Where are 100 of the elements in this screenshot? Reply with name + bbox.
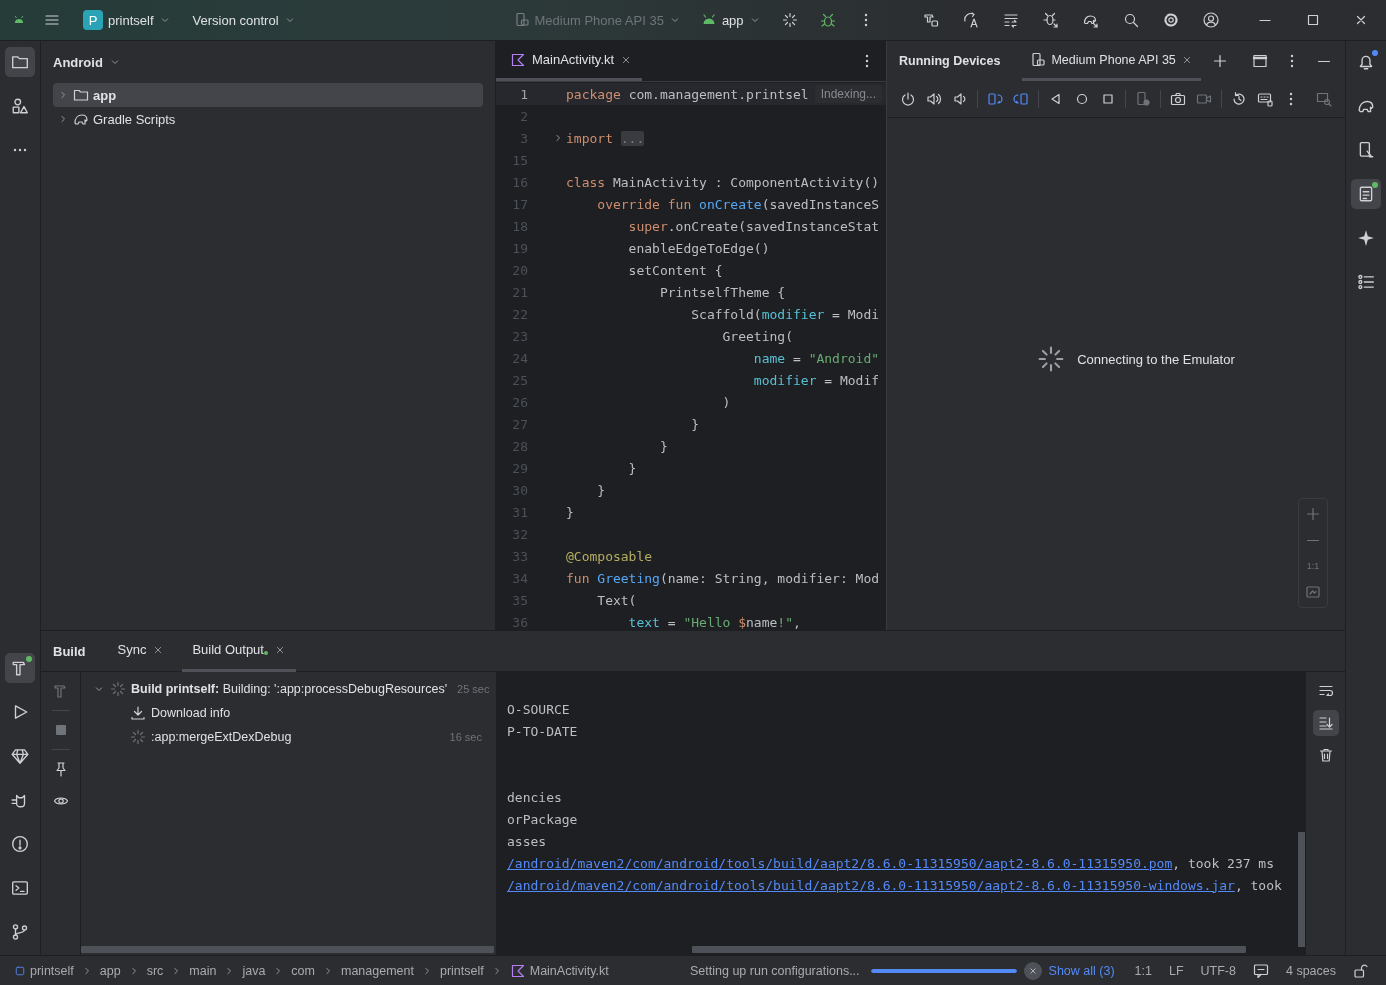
code-line: import ...: [566, 130, 645, 146]
rotate-left-icon: [987, 91, 1003, 107]
tree-item[interactable]: app: [53, 83, 483, 107]
tree-label: app: [93, 87, 117, 103]
keyboard-icon: [1257, 91, 1273, 107]
project-selector[interactable]: P printself: [79, 6, 175, 34]
file-encoding[interactable]: UTF-8: [1200, 963, 1236, 978]
code-line: modifier = Modif: [752, 372, 880, 388]
scrollbar[interactable]: [81, 946, 494, 953]
version-control-menu[interactable]: Version control: [188, 8, 300, 32]
progress-text: Setting up run configurations...: [690, 963, 860, 978]
notification-dot: [1372, 50, 1378, 56]
duration: 25 sec: [457, 683, 490, 695]
task-text: :app:mergeExtDexDebug: [151, 730, 292, 744]
loading-spinner-icon: [1037, 345, 1066, 373]
kotlin-file-icon: [510, 51, 526, 68]
show-all-link[interactable]: Show all (3): [1048, 963, 1115, 978]
breadcrumb[interactable]: management: [340, 963, 414, 978]
line-number: 1: [519, 86, 528, 102]
more-icon: [1290, 54, 1294, 68]
console-text: asses: [507, 833, 547, 849]
view-label: Android: [53, 54, 103, 70]
more-icon: [1289, 92, 1293, 106]
minus-icon: [1306, 538, 1320, 542]
spinner-icon: [781, 12, 798, 28]
file-link[interactable]: /android/maven2/com/android/tools/build/aapt2/8.6.0-11315950/aapt2-8.6.0-11315950.pom: [507, 855, 1173, 871]
square-icon: [1100, 91, 1116, 107]
phone-file-icon: [1357, 141, 1375, 159]
menu-label: Version control: [192, 12, 279, 28]
phone-icon: [513, 12, 530, 28]
view-selector[interactable]: Android: [53, 54, 121, 70]
breadcrumb[interactable]: printself: [439, 963, 484, 978]
line-separator[interactable]: LF: [1168, 963, 1184, 978]
code-line: }: [658, 438, 668, 454]
code-line: class MainActivity : ComponentActivity(): [566, 174, 880, 190]
task-text: Download info: [151, 706, 231, 720]
code-line: }: [596, 482, 606, 498]
tree-item[interactable]: Gradle Scripts: [53, 107, 483, 131]
module-folder-icon: [73, 87, 89, 103]
volume-down-icon: [952, 91, 968, 107]
bug-icon: [1043, 12, 1059, 28]
breadcrumb[interactable]: app: [99, 963, 121, 978]
status-dot: [26, 656, 32, 662]
device-tab[interactable]: Medium Phone API 35: [1022, 41, 1201, 81]
close-icon: [1027, 965, 1038, 976]
translate-icon: [963, 12, 979, 28]
project-badge: P: [83, 10, 103, 30]
code-line: PrintselfTheme {: [658, 284, 786, 300]
file-link[interactable]: /android/maven2/com/android/tools/build/aapt2/8.6.0-11315950/aapt2-8.6.0-11315950-windows.jar: [507, 877, 1235, 893]
branch-icon: [11, 923, 29, 941]
volume-up-icon: [926, 91, 942, 107]
reset-icon: [1231, 91, 1247, 107]
scrollbar[interactable]: [692, 946, 1246, 953]
build-tree-item[interactable]: :app:mergeExtDexDebug 16 sec: [81, 725, 496, 749]
console-text: , took: [1234, 877, 1282, 893]
more-icon: [865, 54, 869, 68]
alert-icon: [11, 835, 29, 853]
bell-icon: [1357, 53, 1375, 71]
code-line: text = "Hello $name!",: [627, 614, 801, 630]
console-text: , took 237 ms: [1172, 855, 1275, 871]
running-devices-button[interactable]: [1351, 179, 1381, 209]
code-line: }: [690, 416, 700, 432]
breadcrumb[interactable]: MainActivity.kt: [509, 962, 609, 979]
scrollbar[interactable]: [1298, 832, 1305, 947]
settings-icon: [1163, 12, 1179, 28]
build-tree-item[interactable]: Build printself: Building: ':app:processDebugResources' 25 sec: [81, 677, 496, 701]
build-tab[interactable]: Sync: [107, 630, 175, 672]
code-line: enableEdgeToEdge(): [627, 240, 770, 256]
breadcrumb[interactable]: com: [291, 963, 315, 978]
indent-setting[interactable]: 4 spaces: [1285, 963, 1336, 978]
console-text: O-SOURCE: [507, 701, 570, 717]
spinner-icon: [130, 729, 146, 745]
breadcrumb[interactable]: java: [242, 963, 266, 978]
run-configuration-selector[interactable]: app: [696, 8, 765, 32]
breadcrumb[interactable]: printself: [14, 963, 74, 978]
build-tab[interactable]: Build Output: [182, 630, 296, 672]
breadcrumb[interactable]: src: [146, 963, 164, 978]
user-icon: [1203, 12, 1219, 28]
elephant-icon: [73, 111, 89, 127]
shapes-icon: [11, 97, 29, 115]
code-line: super.onCreate(savedInstanceStat: [627, 218, 880, 234]
folder-icon: [11, 53, 29, 71]
device-name: Medium Phone API 35: [534, 12, 664, 28]
build-tree-item[interactable]: Download info: [81, 701, 496, 725]
search-icon: [1123, 12, 1139, 28]
breadcrumb[interactable]: main: [189, 963, 217, 978]
panel-title: Running Devices: [899, 54, 1001, 68]
cursor-position[interactable]: 1:1: [1134, 963, 1152, 978]
project-name: printself: [108, 12, 154, 28]
build-tool-button[interactable]: [5, 653, 35, 683]
status-dot: [1372, 182, 1378, 188]
scroll-to-end-button[interactable]: [1312, 710, 1339, 736]
task-text: Build printself: Building: ':app:processDebugResources': [131, 682, 448, 696]
rotate-right-icon: [1013, 91, 1029, 107]
project-tool-button[interactable]: [5, 47, 35, 77]
elephant-icon: [1083, 12, 1099, 28]
module-icon: [14, 964, 26, 977]
cancel-button[interactable]: [1023, 961, 1042, 980]
run-config-name: app: [721, 12, 744, 28]
code-line: }: [627, 460, 637, 476]
